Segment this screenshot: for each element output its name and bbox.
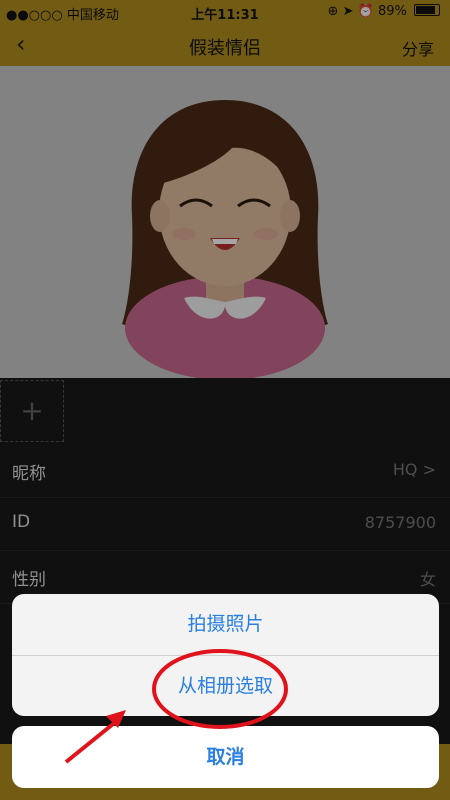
annotation-circle xyxy=(152,649,288,729)
annotation-overlay xyxy=(64,649,288,764)
annotation-arrow-line xyxy=(64,718,120,764)
